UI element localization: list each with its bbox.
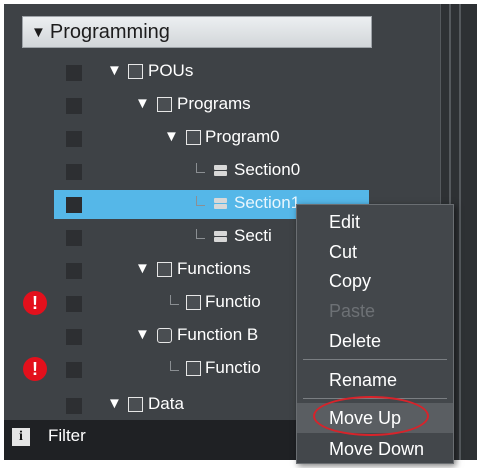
programs-icon xyxy=(157,97,172,112)
section-icon xyxy=(214,229,232,244)
function-block-icon xyxy=(186,361,201,376)
menu-item-delete[interactable]: Delete xyxy=(297,326,453,356)
menu-item-edit[interactable]: Edit xyxy=(297,207,453,237)
tree-item-section0[interactable]: Section0 xyxy=(4,155,440,188)
function-icon xyxy=(186,295,201,310)
row-status-box xyxy=(66,230,82,246)
expand-triangle-icon[interactable]: ▼ xyxy=(135,95,150,112)
row-status-box xyxy=(66,362,82,378)
tree-connector xyxy=(170,361,179,371)
tree-item-label: Secti xyxy=(234,226,272,245)
tree-item-program0[interactable]: ▼ Program0 xyxy=(4,122,440,155)
section-title: Programming xyxy=(49,21,170,43)
rail-divider xyxy=(459,4,461,460)
row-status-box xyxy=(66,398,82,414)
tree-item-label: Programs xyxy=(177,94,251,113)
expand-triangle-icon[interactable]: ▼ xyxy=(135,326,150,343)
row-status-box xyxy=(66,65,82,81)
tree-item-label: Program0 xyxy=(205,127,280,146)
tree-item-label: Functions xyxy=(177,259,251,278)
error-icon: ! xyxy=(23,357,47,381)
expand-triangle-icon[interactable]: ▼ xyxy=(107,395,122,412)
row-status-box xyxy=(66,131,82,147)
expand-triangle-icon[interactable]: ▼ xyxy=(31,24,46,41)
tree-connector xyxy=(196,229,205,239)
menu-separator xyxy=(303,359,447,360)
tree-connector xyxy=(170,295,179,305)
tree-item-label: Function B xyxy=(177,325,259,344)
section-header-programming[interactable]: ▼ Programming xyxy=(22,16,372,48)
section-icon xyxy=(214,163,232,178)
tree-connector xyxy=(196,163,205,173)
row-status-box xyxy=(66,329,82,345)
menu-item-cut[interactable]: Cut xyxy=(297,237,453,267)
row-status-box xyxy=(66,263,82,279)
tree-connector xyxy=(196,196,205,206)
row-status-box xyxy=(66,197,82,213)
row-status-box xyxy=(66,164,82,180)
data-icon xyxy=(128,397,143,412)
tree-item-label: Section1 xyxy=(234,193,301,212)
filter-label: Filter xyxy=(48,426,86,445)
section-icon xyxy=(214,196,232,211)
info-icon[interactable]: i xyxy=(12,428,30,446)
error-icon: ! xyxy=(23,291,47,315)
menu-item-rename[interactable]: Rename xyxy=(297,365,453,395)
tree-item-label: Functio xyxy=(205,358,261,377)
tree-item-programs[interactable]: ▼ Programs xyxy=(4,89,440,122)
expand-triangle-icon[interactable]: ▼ xyxy=(135,260,150,277)
tree-item-label: Section0 xyxy=(234,160,301,179)
tree-item-pous[interactable]: ▼ POUs xyxy=(4,56,440,89)
tree-item-label: Functio xyxy=(205,292,261,311)
annotation-circle xyxy=(313,396,429,436)
menu-item-move-down[interactable]: Move Down xyxy=(297,434,453,464)
program-icon xyxy=(186,130,201,145)
row-status-box xyxy=(66,296,82,312)
tree-item-label: POUs xyxy=(148,61,194,80)
menu-item-copy[interactable]: Copy xyxy=(297,266,453,296)
expand-triangle-icon[interactable]: ▼ xyxy=(107,62,122,79)
expand-triangle-icon[interactable]: ▼ xyxy=(164,128,179,145)
pou-icon xyxy=(128,64,143,79)
tree-item-label: Data xyxy=(148,394,184,413)
menu-item-paste: Paste xyxy=(329,301,376,321)
row-status-box xyxy=(66,98,82,114)
function-blocks-icon xyxy=(157,328,172,343)
functions-icon xyxy=(157,262,172,277)
